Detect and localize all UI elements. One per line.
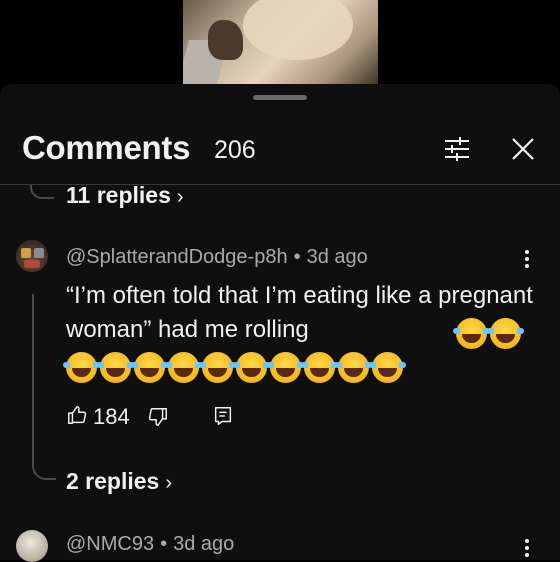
comments-sheet: Comments 206 11 replies › @SplatterandDo… [0, 84, 560, 562]
comment-author[interactable]: @NMC93 [66, 533, 154, 555]
comments-count: 206 [214, 136, 256, 164]
like-count: 184 [93, 404, 130, 429]
face-with-tears-of-joy-icon [97, 352, 134, 383]
face-with-tears-of-joy-icon [335, 352, 372, 383]
comment-meta: @SplatterandDodge-p8h • 3d ago [66, 246, 368, 269]
face-with-tears-of-joy-icon [369, 352, 406, 383]
view-replies-button[interactable]: 11 replies › [66, 182, 184, 209]
sliders-icon [445, 137, 469, 161]
comment-time: 3d ago [306, 246, 368, 268]
face-with-tears-of-joy-icon [131, 352, 168, 383]
hand [243, 0, 353, 60]
thumbs-up-icon [68, 406, 87, 424]
comment-time: 3d ago [173, 533, 235, 555]
reply-button[interactable] [212, 405, 234, 427]
view-replies-button[interactable]: 2 replies › [66, 468, 172, 495]
comments-header: Comments 206 [0, 124, 560, 184]
comment-author[interactable]: @SplatterandDodge-p8h [66, 246, 288, 268]
thread-connector [32, 294, 56, 480]
filter-button[interactable] [440, 132, 474, 166]
face-with-tears-of-joy-icon [63, 352, 100, 383]
emoji-row [63, 352, 406, 383]
close-button[interactable] [506, 132, 540, 166]
replies-label: 11 replies [66, 182, 171, 208]
thread-connector [30, 185, 54, 199]
avatar[interactable] [16, 530, 48, 562]
close-icon [512, 138, 534, 160]
more-options-button[interactable] [522, 248, 532, 272]
meta-separator: • [160, 533, 168, 555]
more-options-button[interactable] [522, 537, 532, 561]
face-with-tears-of-joy-icon [301, 352, 338, 383]
face-with-tears-of-joy-icon [267, 352, 304, 383]
like-button[interactable] [66, 404, 88, 426]
thumbs-down-icon [148, 408, 167, 426]
face-with-tears-of-joy-icon [165, 352, 202, 383]
video-thumbnail[interactable] [183, 0, 378, 84]
face-with-tears-of-joy-icon [487, 318, 524, 349]
face-with-tears-of-joy-icon [199, 352, 236, 383]
chevron-right-icon: › [176, 186, 184, 208]
face-with-tears-of-joy-icon [233, 352, 270, 383]
meta-separator: • [293, 246, 301, 268]
chevron-right-icon: › [165, 472, 173, 494]
avatar[interactable] [16, 240, 48, 272]
food-item [208, 20, 243, 60]
replies-label: 2 replies [66, 468, 160, 494]
comment-meta: @NMC93 • 3d ago [66, 533, 234, 556]
dislike-button[interactable] [147, 406, 169, 428]
drag-handle[interactable] [253, 95, 307, 100]
face-with-tears-of-joy-icon [453, 318, 490, 349]
comments-title: Comments [22, 129, 191, 166]
reply-comment-icon [214, 407, 232, 425]
